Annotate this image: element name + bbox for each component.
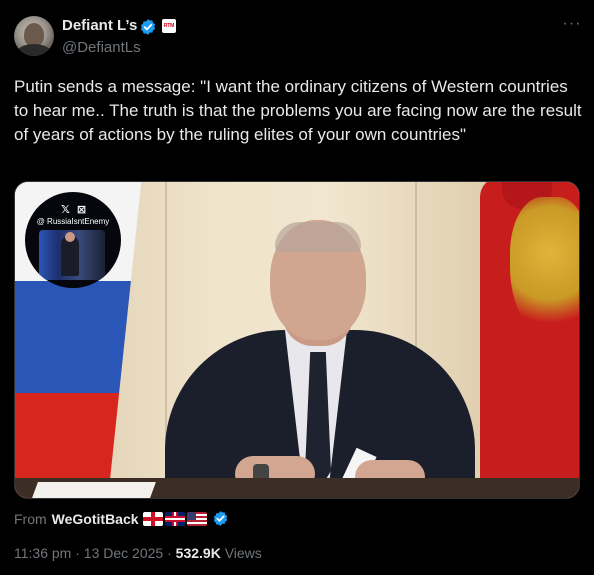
- source-flags: [142, 511, 207, 526]
- speaker-figure: [165, 220, 475, 498]
- more-options-icon[interactable]: ···: [560, 16, 584, 36]
- uk-flag-icon: [164, 511, 185, 526]
- handle[interactable]: @DefiantLs: [62, 39, 141, 56]
- post-date[interactable]: 13 Dec 2025: [84, 545, 163, 561]
- tweet-text: Putin sends a message: "I want the ordin…: [14, 77, 582, 144]
- source-name[interactable]: WeGotitBack: [52, 511, 139, 527]
- tweet-media[interactable]: 𝕏 ⊠ @ RussiaIsntEnemy: [14, 181, 580, 499]
- display-name[interactable]: Defiant L’s: [62, 17, 137, 34]
- meta-separator: ·: [163, 545, 176, 561]
- desk-paper: [32, 482, 156, 498]
- us-flag-icon: [186, 511, 207, 526]
- source-attribution: From WeGotitBack: [14, 510, 229, 527]
- watermark-badge: 𝕏 ⊠ @ RussiaIsntEnemy: [25, 192, 121, 288]
- verified-badge-icon[interactable]: [139, 18, 157, 36]
- england-flag-icon: [142, 511, 163, 526]
- views-count[interactable]: 532.9K: [176, 545, 221, 561]
- affiliate-badge-text: RTM: [163, 23, 175, 29]
- views-label: Views: [220, 545, 262, 561]
- watermark-text: @ RussiaIsntEnemy: [36, 217, 110, 226]
- watermark-thumbnail: [39, 230, 105, 280]
- watermark-icons: 𝕏 ⊠: [61, 204, 89, 216]
- avatar[interactable]: [14, 16, 54, 56]
- post-time[interactable]: 11:36 pm: [14, 545, 71, 561]
- hair: [275, 222, 361, 252]
- verified-badge-icon[interactable]: [212, 510, 229, 527]
- eagle-emblem: [510, 197, 579, 337]
- meta-separator: ·: [71, 545, 84, 561]
- source-prefix: From: [14, 510, 47, 527]
- presidential-standard: [480, 182, 579, 498]
- tweet-card: Defiant L’s RTM @DefiantLs ··· Putin sen…: [0, 0, 594, 575]
- affiliate-badge[interactable]: RTM: [162, 19, 176, 33]
- avatar-shoulders: [16, 44, 52, 56]
- post-meta: 11:36 pm · 13 Dec 2025 · 532.9K Views: [14, 545, 262, 561]
